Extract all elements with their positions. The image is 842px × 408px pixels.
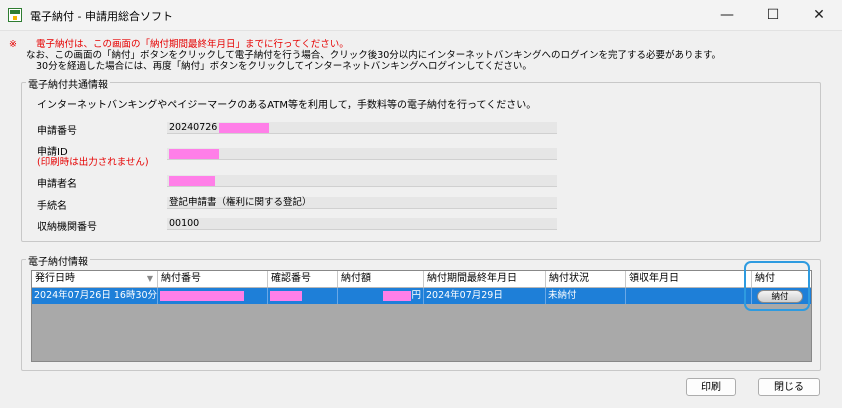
app-icon [8, 8, 22, 22]
redaction [219, 122, 270, 133]
cell-received [626, 288, 752, 304]
application-id-sublabel: (印刷時は出力されません) [37, 157, 149, 168]
application-number-label: 申請番号 [37, 126, 77, 137]
pay-column-highlight [744, 261, 810, 311]
notice-mark: ※ [9, 39, 17, 50]
sort-arrow-icon: ▼ [146, 274, 153, 283]
print-button[interactable]: 印刷 [686, 378, 736, 396]
collecting-agency-label: 収納機関番号 [37, 222, 97, 233]
cell-payment-number [158, 288, 268, 304]
col-amount-header[interactable]: 納付額 [338, 271, 424, 287]
procedure-name-label: 手続名 [37, 201, 67, 212]
applicant-name-field [167, 175, 557, 187]
maximize-button[interactable]: ☐ [750, 0, 796, 30]
redaction [169, 148, 219, 159]
applicant-name-label: 申請者名 [37, 179, 77, 190]
col-issued-header[interactable]: 発行日時 ▼ [32, 271, 158, 287]
title-bar[interactable]: 電子納付 - 申請用総合ソフト — ☐ ✕ [0, 0, 842, 31]
collecting-agency-field: 00100 [167, 218, 557, 230]
common-info-title: 電子納付共通情報 [26, 76, 110, 91]
window-title: 電子納付 - 申請用総合ソフト [30, 10, 173, 23]
cell-confirm-number [268, 288, 338, 304]
notice-line-2: なお、この画面の「納付」ボタンをクリックして電子納付を行う場合、クリック後30分… [26, 50, 722, 61]
payment-info-title: 電子納付情報 [26, 253, 90, 268]
notice-line-1: 電子納付は、この画面の「納付期間最終年月日」までに行ってください。 [36, 39, 349, 50]
procedure-name-field: 登記申請書（権利に関する登記） [167, 197, 557, 209]
application-id-field [167, 148, 557, 160]
col-confirm-number-header[interactable]: 確認番号 [268, 271, 338, 287]
common-info-description: インターネットバンキングやペイジーマークのあるATM等を利用して，手数料等の電子… [37, 100, 537, 111]
col-deadline-header[interactable]: 納付期間最終年月日 [424, 271, 546, 287]
table-header: 発行日時 ▼ 納付番号 確認番号 納付額 納付期間最終年月日 納付状況 領収年月日… [32, 271, 811, 288]
notice-line-3: 30分を経過した場合には、再度「納付」ボタンをクリックしてインターネットバンキン… [36, 61, 532, 72]
close-button[interactable]: 閉じる [758, 378, 820, 396]
cell-issued: 2024年07月26日 16時30分 [32, 288, 158, 304]
col-status-header[interactable]: 納付状況 [546, 271, 626, 287]
cell-status: 未納付 [546, 288, 626, 304]
cell-amount: 円 [338, 288, 424, 304]
application-number-field: 20240726 [167, 122, 557, 134]
col-payment-number-header[interactable]: 納付番号 [158, 271, 268, 287]
redaction [169, 175, 215, 186]
col-received-header[interactable]: 領収年月日 [626, 271, 752, 287]
redaction [383, 290, 412, 301]
redaction [270, 290, 302, 301]
minimize-button[interactable]: — [704, 0, 750, 30]
payment-table[interactable]: 発行日時 ▼ 納付番号 確認番号 納付額 納付期間最終年月日 納付状況 領収年月日… [31, 270, 812, 362]
close-window-button[interactable]: ✕ [796, 0, 842, 30]
redaction [160, 290, 244, 301]
table-row[interactable]: 2024年07月26日 16時30分 円 2024年07月29日 未納付 [32, 288, 811, 304]
cell-deadline: 2024年07月29日 [424, 288, 546, 304]
